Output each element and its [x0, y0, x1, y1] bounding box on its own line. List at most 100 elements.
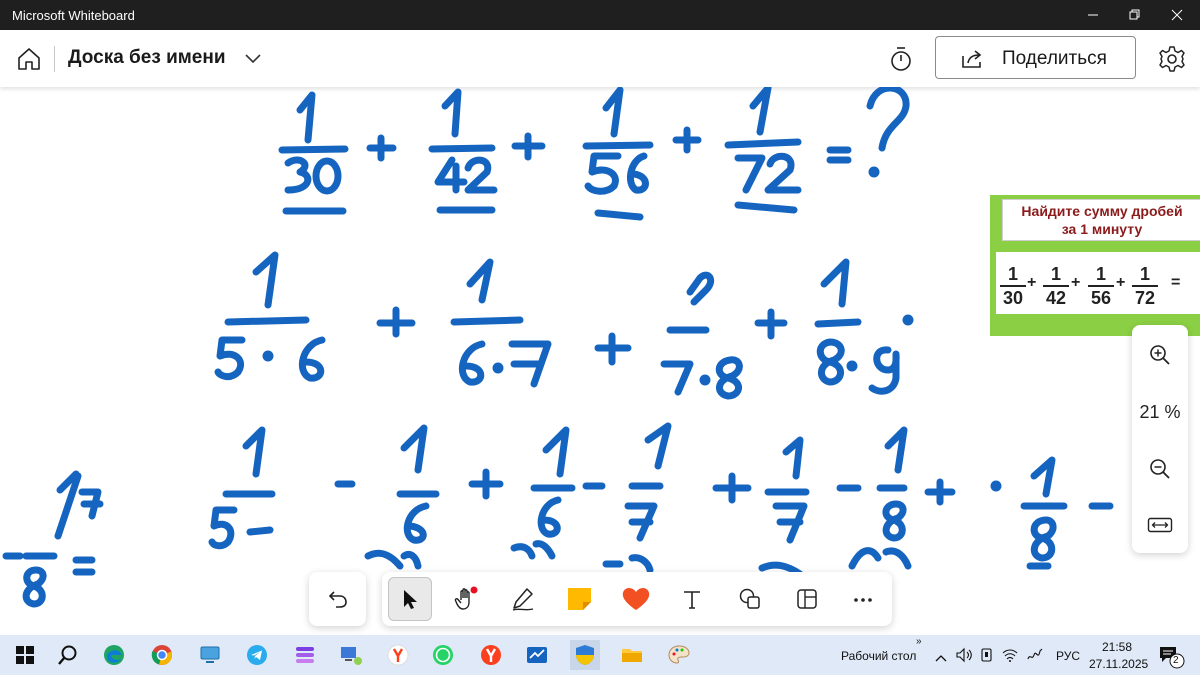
volume-button[interactable]	[955, 647, 973, 663]
settings-button[interactable]	[1157, 44, 1187, 74]
plus-sign: +	[1027, 274, 1037, 291]
taskbar-file-explorer[interactable]	[617, 640, 647, 670]
taskbar-telegram[interactable]	[242, 640, 272, 670]
select-arrow-icon	[404, 590, 417, 609]
hand-tool[interactable]	[444, 577, 488, 621]
reaction-tool[interactable]	[614, 577, 658, 621]
timer-button[interactable]	[887, 45, 915, 73]
home-button[interactable]	[14, 44, 44, 74]
template-icon	[797, 589, 817, 609]
search-icon	[58, 645, 77, 665]
zoom-panel: 21 %	[1132, 325, 1188, 553]
share-button[interactable]: Поделиться	[935, 36, 1136, 79]
fraction-numerator: 1	[1050, 264, 1061, 284]
reference-image[interactable]: Найдите сумму дробей за 1 минуту 1 30 + …	[990, 195, 1200, 336]
taskbar-yandex-browser[interactable]	[383, 640, 413, 670]
show-hidden-icons-button[interactable]	[934, 650, 948, 662]
restore-icon	[1129, 9, 1140, 20]
hand-icon	[454, 586, 478, 610]
zoom-in-icon	[1150, 345, 1170, 365]
divider	[54, 46, 55, 72]
taskbar-app-stack[interactable]	[290, 640, 320, 670]
reference-fractions: 1 30 + 1 42 + 1 56 + 1 72 =	[996, 252, 1200, 314]
clock-date[interactable]: 27.11.2025	[1089, 657, 1148, 671]
pen-settings-button[interactable]	[1026, 647, 1044, 663]
whiteboard-canvas[interactable]	[0, 84, 1200, 635]
taskbar-whatsapp[interactable]	[428, 640, 458, 670]
taskbar-paint[interactable]	[664, 640, 694, 670]
desktop-toolbar-label[interactable]: Рабочий стол	[841, 649, 916, 663]
close-button[interactable]	[1154, 0, 1200, 30]
taskbar-security[interactable]	[570, 640, 600, 670]
whiteboard-icon	[527, 647, 547, 663]
restore-button[interactable]	[1112, 0, 1158, 30]
window-title: Microsoft Whiteboard	[12, 8, 135, 23]
chevron-down-icon	[245, 54, 261, 64]
device-button[interactable]	[979, 647, 995, 663]
start-button[interactable]	[10, 640, 40, 670]
yandex-browser-icon	[387, 644, 409, 666]
minimize-icon	[1088, 14, 1098, 16]
taskbar-pc-app[interactable]	[336, 640, 366, 670]
stack-app-icon	[296, 647, 314, 663]
text-icon	[684, 591, 700, 609]
app-bar: Доска без имени Поделиться	[0, 30, 1200, 87]
fraction-denominator: 56	[1090, 287, 1112, 308]
computer-icon	[341, 647, 362, 665]
search-button[interactable]	[53, 640, 83, 670]
zoom-in-button[interactable]	[1140, 335, 1180, 375]
device-icon	[981, 648, 992, 662]
reference-heading-line1: Найдите сумму дробей	[1021, 203, 1183, 219]
zoom-out-button[interactable]	[1140, 449, 1180, 489]
notification-count: 2	[1173, 655, 1179, 666]
sticky-note-tool[interactable]	[558, 577, 602, 621]
paint-palette-icon	[668, 645, 690, 664]
ink-row-1	[278, 84, 910, 221]
sticky-note-icon	[568, 588, 591, 610]
timer-icon	[891, 47, 911, 71]
fit-to-screen-icon	[1147, 517, 1173, 533]
fraction-denominator: 42	[1045, 287, 1067, 308]
speaker-icon	[956, 647, 972, 663]
clock-time[interactable]: 21:58	[1102, 640, 1132, 654]
fraction-bar	[1088, 285, 1114, 287]
fraction: 1 30	[1000, 264, 1026, 308]
reference-heading: Найдите сумму дробей за 1 минуту	[1002, 199, 1200, 241]
shapes-tool[interactable]	[728, 577, 772, 621]
fraction-bar	[1132, 285, 1158, 287]
taskbar-edge[interactable]	[99, 640, 129, 670]
template-tool[interactable]	[785, 577, 829, 621]
zoom-level[interactable]: 21 %	[1132, 402, 1188, 423]
pen-tool[interactable]	[501, 577, 545, 621]
whatsapp-icon	[433, 645, 453, 665]
pen-squiggle-icon	[1027, 648, 1043, 660]
board-title[interactable]: Доска без имени	[68, 47, 226, 69]
plus-sign: +	[1116, 274, 1126, 291]
equals-sign: =	[1171, 274, 1181, 291]
desktop-toolbar-chevron[interactable]: »	[916, 636, 922, 647]
edge-icon	[104, 645, 124, 665]
plus-sign: +	[1071, 274, 1081, 291]
pen-icon	[512, 588, 534, 611]
minimize-button[interactable]	[1070, 0, 1116, 30]
more-button[interactable]	[841, 577, 885, 621]
notification-center-button[interactable]: 2	[1157, 643, 1185, 669]
home-icon	[18, 48, 40, 70]
language-indicator[interactable]: РУС	[1056, 649, 1080, 663]
taskbar-remote-desktop[interactable]	[195, 640, 225, 670]
board-menu-chevron[interactable]	[243, 50, 263, 66]
undo-button[interactable]	[309, 572, 366, 626]
text-tool[interactable]	[670, 577, 714, 621]
select-tool[interactable]	[388, 577, 432, 621]
taskbar-chrome[interactable]	[147, 640, 177, 670]
chevron-up-icon	[935, 655, 947, 662]
taskbar-yandex[interactable]	[476, 640, 506, 670]
yandex-icon	[481, 645, 501, 665]
taskbar-whiteboard[interactable]	[522, 640, 552, 670]
network-button[interactable]	[1001, 647, 1019, 663]
share-label: Поделиться	[1002, 48, 1107, 69]
shield-icon	[576, 645, 594, 665]
fit-to-screen-button[interactable]	[1140, 505, 1180, 545]
zoom-out-icon	[1150, 459, 1170, 479]
ink-toolbar	[382, 572, 892, 626]
